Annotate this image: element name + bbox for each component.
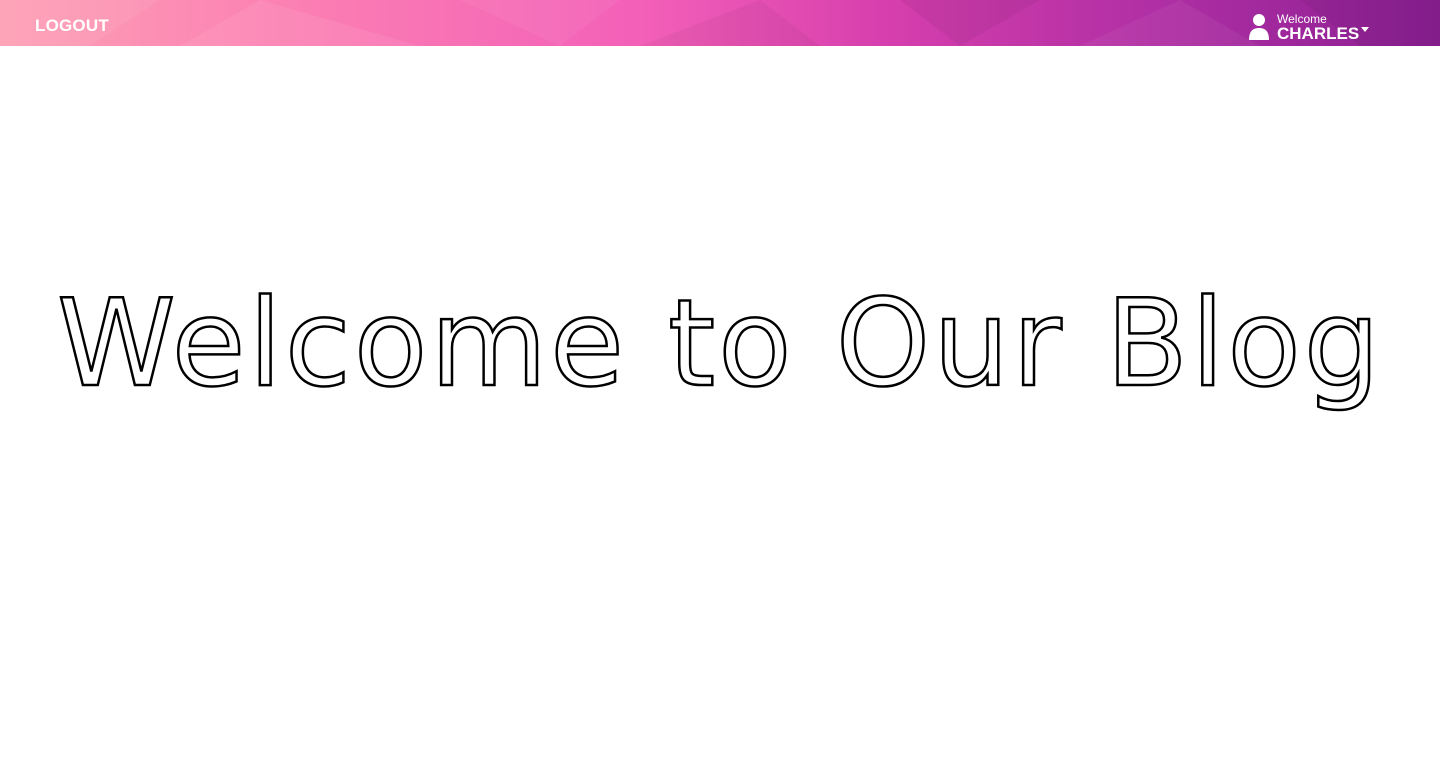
page-title: Welcome to Our Blog xyxy=(56,274,1383,416)
logout-link[interactable]: LOGOUT xyxy=(35,16,109,36)
username-label: CHARLES xyxy=(1277,24,1360,43)
navbar-background-pattern xyxy=(0,0,1440,46)
user-icon xyxy=(1249,14,1269,40)
user-menu-dropdown[interactable]: Welcome CHARLES xyxy=(1247,11,1377,43)
top-navbar: LOGOUT Welcome CHARLES xyxy=(0,0,1440,46)
chevron-down-icon xyxy=(1361,27,1369,32)
hero-section: Welcome to Our Blog xyxy=(0,250,1440,440)
